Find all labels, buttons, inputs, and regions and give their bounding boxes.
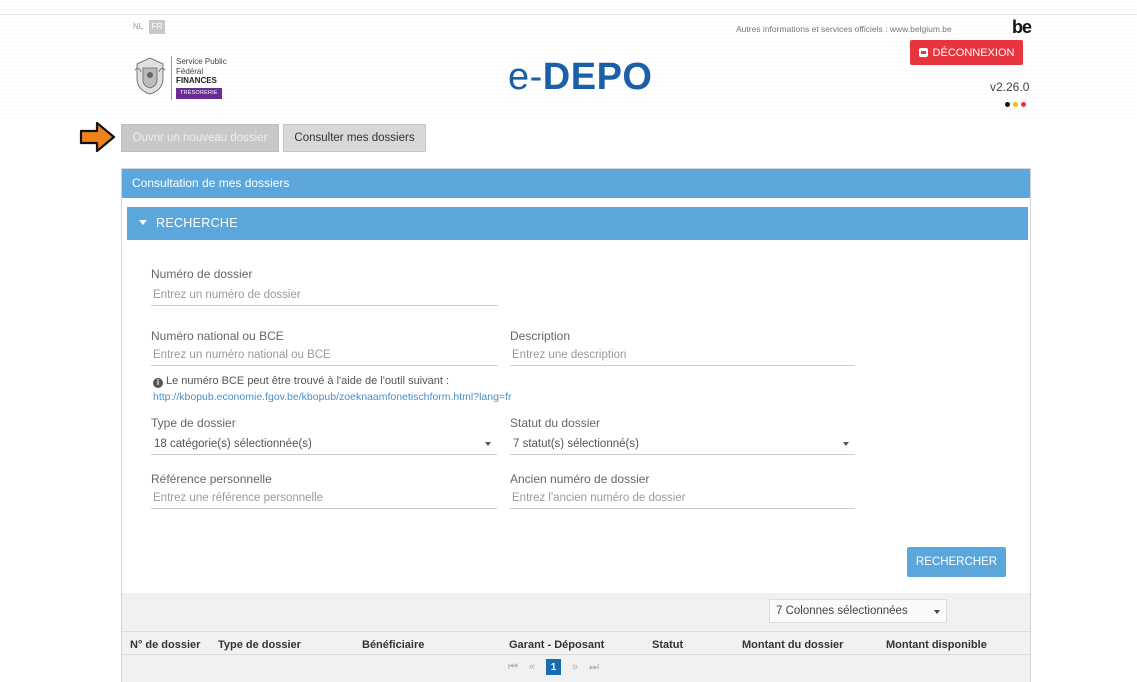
col-header-statut[interactable]: Statut [652,639,683,651]
search-section-toggle[interactable]: RECHERCHE [127,207,1028,240]
info-icon: i [153,378,163,388]
logout-button[interactable]: DÉCONNEXION [910,40,1023,65]
belgium-be-logo[interactable]: be [1012,17,1032,38]
dropdown-arrow-icon [934,610,940,614]
header-divider [0,14,1137,15]
statut-dossier-select[interactable]: 7 statut(s) sélectionné(s) [510,433,855,455]
current-page[interactable]: 1 [546,659,562,675]
search-button[interactable]: RECHERCHER [907,547,1006,577]
kbopub-link[interactable]: http://kbopub.economie.fgov.be/kbopub/zo… [153,391,511,403]
logout-label: DÉCONNEXION [932,46,1015,59]
org-name: Service Public Fédéral FINANCES TRÉSORER… [176,57,227,99]
consultation-panel: Consultation de mes dossiers RECHERCHE N… [121,168,1031,682]
caret-down-icon [139,220,147,226]
org-line-1: Service Public [176,57,227,66]
lang-fr-link[interactable]: FR [149,20,165,34]
lang-nl-link[interactable]: NL [133,22,143,31]
federal-crest-icon [134,57,166,95]
columns-select-value: 7 Colonnes sélectionnées [776,605,908,617]
prev-page-icon[interactable]: « [529,661,535,673]
other-info-link[interactable]: Autres informations et services officiel… [736,24,952,34]
next-page-icon[interactable]: » [572,661,578,673]
bce-info-text: i Le numéro BCE peut être trouvé à l'aide… [153,375,449,388]
description-label: Description [510,329,571,343]
app-title-main: DEPO [542,56,653,98]
reference-label: Référence personnelle [151,472,272,486]
pager-divider [122,654,1030,655]
numero-dossier-label: Numéro de dossier [151,267,253,281]
org-line-2: Fédéral [176,66,204,76]
type-dossier-value: 18 catégorie(s) sélectionnée(s) [154,438,312,450]
consult-dossiers-button[interactable]: Consulter mes dossiers [283,124,426,152]
col-header-disponible[interactable]: Montant disponible [886,639,987,651]
logout-icon [918,48,928,57]
belgian-flag-dots [1005,102,1026,107]
panel-title: Consultation de mes dossiers [122,169,1030,198]
be-logo-text: be [1012,17,1032,37]
col-header-numero[interactable]: N° de dossier [130,639,200,651]
last-page-icon[interactable]: ⏭ [589,661,599,674]
app-title-prefix: e- [508,56,543,98]
pointer-arrow-icon [79,121,116,153]
columns-select[interactable]: 7 Colonnes sélectionnées [769,599,947,623]
dropdown-arrow-icon [843,442,849,446]
search-title: RECHERCHE [156,216,238,230]
description-input[interactable] [510,344,855,366]
treasury-badge: TRÉSORERIE [176,87,222,99]
dropdown-arrow-icon [485,442,491,446]
table-header-divider [122,631,1030,632]
reference-input[interactable] [151,487,497,509]
col-header-garant[interactable]: Garant - Déposant [509,639,604,651]
ancien-numero-label: Ancien numéro de dossier [510,472,650,486]
statut-dossier-label: Statut du dossier [510,416,601,430]
numero-dossier-input[interactable] [151,284,498,306]
col-header-montant[interactable]: Montant du dossier [742,639,843,651]
version-label: v2.26.0 [990,80,1030,94]
col-header-type[interactable]: Type de dossier [218,639,301,651]
new-dossier-button[interactable]: Ouvrir un nouveau dossier [121,124,279,152]
bce-info-label: Le numéro BCE peut être trouvé à l'aide … [166,375,450,387]
app-title: e-DEPO [508,56,653,99]
type-dossier-label: Type de dossier [151,416,236,430]
ancien-numero-input[interactable] [510,487,855,509]
org-line-3: FINANCES [176,76,217,85]
first-page-icon[interactable]: ⏮ [508,661,518,674]
numero-national-input[interactable] [151,344,498,366]
type-dossier-select[interactable]: 18 catégorie(s) sélectionnée(s) [151,433,497,455]
org-separator [171,56,172,100]
col-header-beneficiaire[interactable]: Bénéficiaire [362,639,424,651]
statut-dossier-value: 7 statut(s) sélectionné(s) [513,438,639,450]
pagination: ⏮ « 1 » ⏭ [508,659,599,675]
numero-national-label: Numéro national ou BCE [151,329,284,343]
